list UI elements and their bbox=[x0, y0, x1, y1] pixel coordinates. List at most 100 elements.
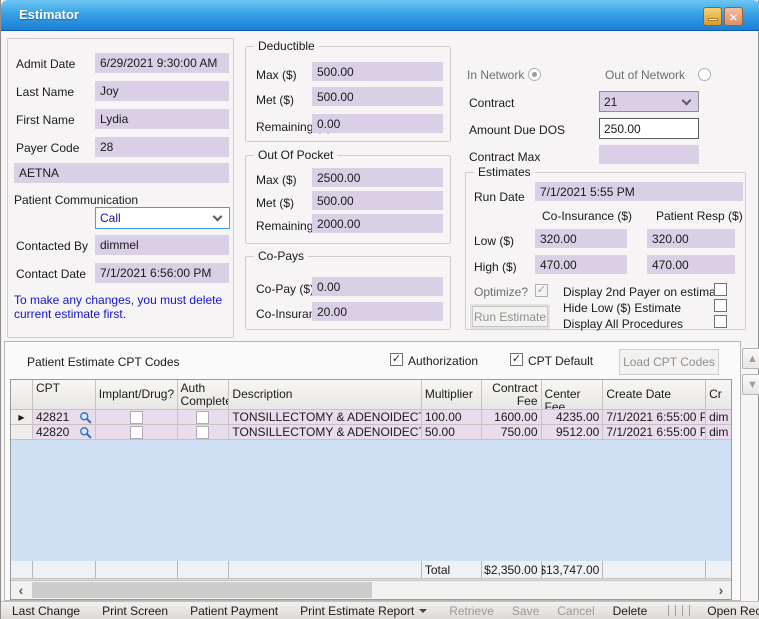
optimize-checkbox[interactable]: ✓ bbox=[535, 284, 548, 297]
out-of-network-radio[interactable] bbox=[698, 68, 711, 81]
check-icon: ✓ bbox=[537, 285, 546, 296]
contact-date-field[interactable]: 7/1/2021 6:56:00 PM bbox=[95, 263, 229, 283]
scroll-left-button[interactable]: ‹ bbox=[11, 581, 31, 599]
implant-cell[interactable] bbox=[96, 410, 178, 425]
copays-title: Co-Pays bbox=[254, 249, 308, 263]
admit-date-field[interactable]: 6/29/2021 9:30:00 AM bbox=[95, 53, 229, 73]
contacted-by-field[interactable]: dimmel bbox=[95, 235, 229, 255]
cpt-default-label: CPT Default bbox=[528, 354, 593, 368]
grid-row-42821[interactable]: ▶ 42821 TONSILLECTOMY & ADENOIDECTOM 100… bbox=[11, 410, 731, 425]
amount-due-dos-input[interactable]: 250.00 bbox=[599, 118, 699, 139]
cpt-cell[interactable]: 42820 bbox=[33, 425, 96, 440]
high-coinsurance-field[interactable]: 470.00 bbox=[535, 255, 627, 274]
low-patient-resp-field[interactable]: 320.00 bbox=[647, 229, 735, 248]
cpt-cell[interactable]: 42821 bbox=[33, 410, 96, 425]
check-icon: ✓ bbox=[512, 354, 521, 365]
auth-checkbox[interactable] bbox=[196, 426, 209, 439]
implant-checkbox[interactable] bbox=[130, 426, 143, 439]
multiplier-cell[interactable]: 100.00 bbox=[422, 410, 482, 425]
column-header-created-by[interactable]: Cr bbox=[706, 380, 731, 410]
implant-checkbox[interactable] bbox=[130, 411, 143, 424]
multiplier-cell[interactable]: 50.00 bbox=[422, 425, 482, 440]
create-date-cell[interactable]: 7/1/2021 6:55:00 P bbox=[603, 410, 706, 425]
run-date-field[interactable]: 7/1/2021 5:55 PM bbox=[535, 182, 743, 201]
contract-fee-cell[interactable]: 750.00 bbox=[482, 425, 542, 440]
print-estimate-report-button[interactable]: Print Estimate Report bbox=[300, 604, 427, 618]
magnifier-icon[interactable] bbox=[79, 426, 92, 439]
row-selector-cell[interactable] bbox=[11, 425, 33, 440]
center-fee-cell[interactable]: 9512.00 bbox=[542, 425, 604, 440]
last-name-field[interactable]: Joy bbox=[95, 81, 229, 101]
auth-cell[interactable] bbox=[178, 410, 230, 425]
deductible-group: Deductible Max ($) 500.00 Met ($) 500.00… bbox=[245, 46, 451, 142]
created-by-cell[interactable]: dim bbox=[706, 410, 731, 425]
coinsurance-field[interactable]: 20.00 bbox=[312, 302, 443, 321]
run-estimate-button[interactable]: Run Estimate bbox=[472, 306, 548, 327]
column-header-cpt[interactable]: CPT bbox=[33, 380, 96, 410]
scroll-right-button[interactable]: › bbox=[711, 581, 731, 599]
close-button[interactable]: × bbox=[724, 7, 743, 26]
implant-cell[interactable] bbox=[96, 425, 178, 440]
first-name-field[interactable]: Lydia bbox=[95, 109, 229, 129]
patient-panel: Admit Date Last Name First Name Payer Co… bbox=[7, 38, 234, 338]
deductible-title: Deductible bbox=[254, 39, 319, 53]
oop-met-field[interactable]: 500.00 bbox=[312, 191, 443, 210]
cancel-button[interactable]: Cancel bbox=[557, 604, 594, 618]
deductible-met-label: Met ($) bbox=[256, 93, 294, 107]
created-by-cell[interactable]: dim bbox=[706, 425, 731, 440]
magnifier-icon[interactable] bbox=[79, 411, 92, 424]
load-cpt-codes-button[interactable]: Load CPT Codes bbox=[619, 349, 719, 375]
authorization-checkbox[interactable]: ✓ bbox=[390, 353, 403, 366]
deductible-met-field[interactable]: 500.00 bbox=[312, 87, 443, 106]
cpt-default-checkbox[interactable]: ✓ bbox=[510, 353, 523, 366]
oop-remaining-field[interactable]: 2000.00 bbox=[312, 214, 443, 233]
high-patient-resp-field[interactable]: 470.00 bbox=[647, 255, 735, 274]
amount-due-dos-label: Amount Due DOS bbox=[469, 123, 565, 137]
save-button[interactable]: Save bbox=[512, 604, 539, 618]
retrieve-button[interactable]: Retrieve bbox=[449, 604, 494, 618]
column-header-create-date[interactable]: Create Date bbox=[603, 380, 706, 410]
row-up-button[interactable]: ▲ bbox=[742, 348, 759, 369]
description-cell[interactable]: TONSILLECTOMY & ADENOIDECTOM bbox=[229, 410, 421, 425]
hide-low-estimate-checkbox[interactable] bbox=[714, 299, 727, 312]
communication-combobox[interactable]: Call bbox=[95, 207, 230, 229]
contract-combobox[interactable]: 21 bbox=[599, 91, 699, 112]
print-screen-button[interactable]: Print Screen bbox=[102, 604, 168, 618]
row-down-button[interactable]: ▼ bbox=[742, 374, 759, 395]
display-all-procedures-checkbox[interactable] bbox=[714, 315, 727, 328]
open-recent-button[interactable]: Open Recent bbox=[707, 604, 759, 618]
in-network-radio[interactable] bbox=[528, 68, 541, 81]
copay-label: Co-Pay ($) bbox=[256, 282, 314, 296]
column-header-implant[interactable]: Implant/Drug? bbox=[96, 380, 178, 410]
copay-field[interactable]: 0.00 bbox=[312, 277, 443, 296]
payer-name-field[interactable]: AETNA bbox=[14, 163, 229, 183]
display-2nd-payer-checkbox[interactable] bbox=[714, 283, 727, 296]
auth-checkbox[interactable] bbox=[196, 411, 209, 424]
contract-fee-cell[interactable]: 1600.00 bbox=[482, 410, 542, 425]
horizontal-scrollbar[interactable]: ‹ › bbox=[11, 580, 731, 599]
deductible-remaining-field[interactable]: 0.00 bbox=[312, 114, 443, 133]
low-coinsurance-field[interactable]: 320.00 bbox=[535, 229, 627, 248]
contract-max-field[interactable] bbox=[599, 145, 699, 164]
description-cell[interactable]: TONSILLECTOMY & ADENOIDECTOM bbox=[229, 425, 421, 440]
center-fee-cell[interactable]: 4235.00 bbox=[542, 410, 604, 425]
admit-date-label: Admit Date bbox=[16, 57, 75, 71]
column-header-center-fee[interactable]: Center Fee bbox=[542, 380, 604, 410]
column-header-multiplier[interactable]: Multiplier bbox=[422, 380, 482, 410]
column-header-contract-fee[interactable]: Contract Fee bbox=[482, 380, 542, 410]
minimize-button[interactable] bbox=[703, 7, 722, 26]
column-header-description[interactable]: Description bbox=[229, 380, 421, 410]
deductible-max-field[interactable]: 500.00 bbox=[312, 62, 443, 81]
oop-max-field[interactable]: 2500.00 bbox=[312, 168, 443, 187]
scrollbar-thumb[interactable] bbox=[32, 582, 372, 598]
create-date-cell[interactable]: 7/1/2021 6:55:00 P bbox=[603, 425, 706, 440]
last-change-button[interactable]: Last Change bbox=[12, 604, 80, 618]
auth-cell[interactable] bbox=[178, 425, 230, 440]
row-pointer-icon: ▶ bbox=[11, 410, 33, 425]
column-header-auth[interactable]: Auth Complete bbox=[178, 380, 230, 410]
payer-code-field[interactable]: 28 bbox=[95, 137, 229, 157]
patient-payment-button[interactable]: Patient Payment bbox=[190, 604, 278, 618]
cpt-section-title: Patient Estimate CPT Codes bbox=[27, 355, 180, 369]
delete-button[interactable]: Delete bbox=[613, 604, 648, 618]
grid-row-42820[interactable]: 42820 TONSILLECTOMY & ADENOIDECTOM 50.00… bbox=[11, 425, 731, 440]
